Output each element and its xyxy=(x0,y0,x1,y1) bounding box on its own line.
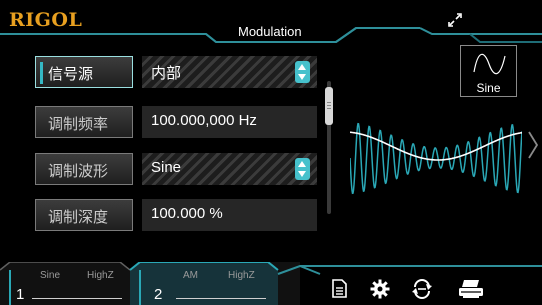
channel-2-underline xyxy=(176,298,266,299)
usb-connected-icon xyxy=(448,13,462,27)
channel-2-number[interactable]: 2 xyxy=(154,286,162,303)
chevron-right-icon[interactable] xyxy=(527,130,539,160)
param-label-mod-depth[interactable]: 调制深度 xyxy=(35,199,133,231)
modulation-screen: RIGOL Modulation 信号源 内部 调制频率 100.000,000… xyxy=(0,0,542,305)
channel-1-wave: Sine xyxy=(40,270,61,281)
scrollbar-thumb[interactable] xyxy=(325,87,333,125)
mod-depth-field[interactable]: 100.000 % xyxy=(142,199,317,231)
channel-1-underline xyxy=(32,298,122,299)
print-icon[interactable] xyxy=(457,279,485,299)
file-icon[interactable] xyxy=(332,279,347,298)
source-dropdown[interactable]: 内部 xyxy=(142,56,317,88)
sine-wave-icon xyxy=(473,53,506,75)
channel-1-impedance: HighZ xyxy=(87,270,114,281)
param-label-text: 调制波形 xyxy=(48,162,109,180)
dropdown-arrows-icon[interactable] xyxy=(295,158,310,180)
param-value-text: 100.000,000 Hz xyxy=(151,112,257,129)
selection-bar xyxy=(40,62,43,84)
param-label-text: 信号源 xyxy=(48,65,94,83)
param-value-text: 100.000 % xyxy=(151,205,223,222)
param-value-text: 内部 xyxy=(151,65,182,82)
waveform-thumbnail: Sine xyxy=(460,45,517,97)
thumbnail-label: Sine xyxy=(476,81,501,95)
mod-frequency-field[interactable]: 100.000,000 Hz xyxy=(142,106,317,138)
brand-logo: RIGOL xyxy=(9,9,83,31)
gear-icon[interactable] xyxy=(370,279,390,299)
dropdown-arrows-icon[interactable] xyxy=(295,61,310,83)
param-label-mod-frequency[interactable]: 调制频率 xyxy=(35,106,133,138)
param-label-source[interactable]: 信号源 xyxy=(35,56,133,88)
param-label-text: 调制深度 xyxy=(48,208,109,226)
param-label-mod-waveform[interactable]: 调制波形 xyxy=(35,153,133,185)
mod-waveform-dropdown[interactable]: Sine xyxy=(142,153,317,185)
page-title: Modulation xyxy=(238,24,302,39)
param-label-text: 调制频率 xyxy=(48,115,109,133)
channel-2-wave: AM xyxy=(183,270,198,281)
channel-1-number[interactable]: 1 xyxy=(16,286,24,303)
am-waveform-preview xyxy=(350,122,522,195)
channel-2-impedance: HighZ xyxy=(228,270,255,281)
sync-icon[interactable] xyxy=(411,279,433,299)
param-value-text: Sine xyxy=(151,159,182,176)
